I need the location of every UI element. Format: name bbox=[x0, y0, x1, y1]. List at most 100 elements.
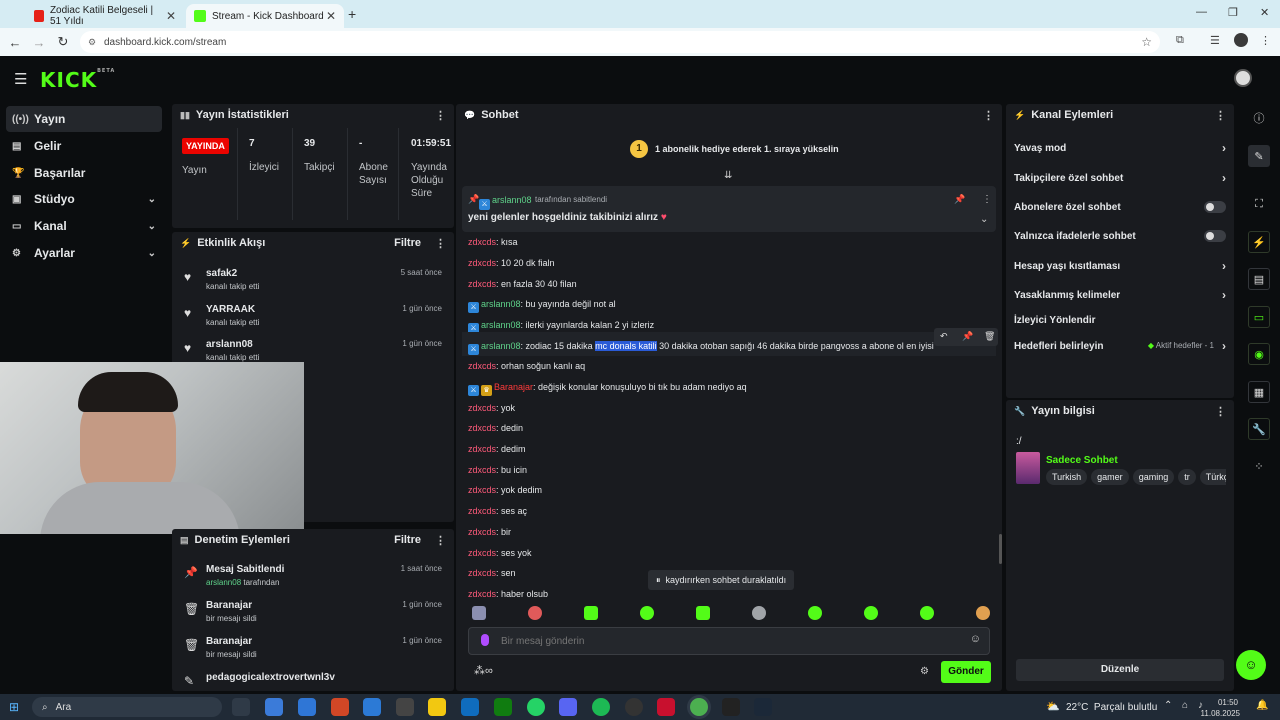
trash-icon[interactable]: 🗑 bbox=[984, 331, 995, 342]
category-thumbnail[interactable] bbox=[1016, 452, 1040, 484]
more-options-icon[interactable]: ⋮ bbox=[435, 534, 446, 547]
chat-username[interactable]: zdxcds bbox=[468, 589, 496, 597]
sidebar-item-ayarlar[interactable]: ⚙ Ayarlar ⌄ bbox=[6, 240, 162, 266]
app-icon[interactable] bbox=[657, 698, 675, 716]
edit-button[interactable]: Düzenle bbox=[1016, 659, 1224, 681]
chat-username[interactable]: zdxcds bbox=[468, 485, 496, 495]
steam-icon[interactable] bbox=[754, 698, 772, 716]
more-options-icon[interactable]: ⋮ bbox=[1215, 109, 1226, 122]
chat-username[interactable]: zdxcds bbox=[468, 506, 496, 516]
more-options-icon[interactable]: ⋮ bbox=[435, 109, 446, 122]
emote-icon[interactable] bbox=[584, 606, 598, 620]
chat-message-input[interactable] bbox=[501, 632, 961, 650]
chat-username[interactable]: zdxcds bbox=[468, 237, 496, 247]
tag[interactable]: tr bbox=[1178, 469, 1196, 485]
menu-icon[interactable]: ⋮ bbox=[1260, 34, 1271, 47]
emote-icon[interactable] bbox=[808, 606, 822, 620]
subs-only-toggle[interactable] bbox=[1204, 201, 1226, 213]
extensions-icon[interactable]: ⧉ bbox=[1176, 34, 1184, 47]
reload-icon[interactable]: ↻ bbox=[52, 31, 74, 53]
tag[interactable]: Türkç bbox=[1199, 469, 1226, 485]
site-info-icon[interactable]: ⚙ bbox=[88, 37, 96, 48]
chat-icon[interactable]: ▭ bbox=[1248, 306, 1270, 328]
microphone-icon[interactable] bbox=[481, 634, 489, 646]
reply-icon[interactable]: ↶ bbox=[940, 331, 948, 342]
broadcast-icon[interactable]: ◉ bbox=[1248, 343, 1270, 365]
pinned-by-user[interactable]: arslann08 bbox=[492, 195, 532, 205]
sidebar-item-kanal[interactable]: ▭ Kanal ⌄ bbox=[6, 213, 162, 239]
moderation-user[interactable]: arslann08 bbox=[206, 578, 241, 587]
emote-icon[interactable] bbox=[528, 606, 542, 620]
chat-username[interactable]: zdxcds bbox=[468, 568, 496, 578]
more-options-icon[interactable]: ⋮ bbox=[1215, 405, 1226, 418]
emoji-icon[interactable]: ☺ bbox=[970, 633, 981, 645]
app-icon[interactable] bbox=[396, 698, 414, 716]
emotes-only-toggle[interactable] bbox=[1204, 230, 1226, 242]
unpin-icon[interactable]: 📌 bbox=[954, 194, 965, 205]
epic-games-icon[interactable] bbox=[722, 698, 740, 716]
viewer-redirect-item[interactable]: İzleyici Yönlendir bbox=[1014, 315, 1226, 326]
copilot-icon[interactable] bbox=[265, 698, 283, 716]
whatsapp-icon[interactable] bbox=[527, 698, 545, 716]
chat-settings-gear-icon[interactable]: ⚙ bbox=[920, 666, 929, 677]
activity-user[interactable]: YARRAAK bbox=[206, 304, 255, 315]
help-chat-button[interactable]: ☺ bbox=[1236, 650, 1266, 680]
activity-user[interactable]: safak2 bbox=[206, 268, 237, 279]
chat-username[interactable]: Baranajar bbox=[494, 382, 533, 392]
weather-text[interactable]: 22°C Parçalı bulutlu bbox=[1066, 702, 1157, 713]
spotify-icon[interactable] bbox=[592, 698, 610, 716]
moderation-user[interactable]: pedagogicalextrovertwnl3v bbox=[206, 672, 335, 683]
more-options-icon[interactable]: ⋮ bbox=[982, 194, 992, 205]
account-age-item[interactable]: Hesap yaşı kısıtlaması › bbox=[1014, 259, 1226, 273]
wrench-icon[interactable]: 🔧 bbox=[1248, 418, 1270, 440]
profile-avatar[interactable] bbox=[1234, 33, 1248, 47]
chat-paused-notice[interactable]: ⏸ kaydırırken sohbet duraklatıldı bbox=[648, 570, 795, 590]
pencil-icon[interactable]: ✎ bbox=[1248, 145, 1270, 167]
back-icon[interactable]: ← bbox=[4, 31, 26, 53]
chat-username[interactable]: zdxcds bbox=[468, 279, 496, 289]
vscode-icon[interactable] bbox=[363, 698, 381, 716]
filter-button[interactable]: Filtre bbox=[394, 534, 421, 546]
close-icon[interactable]: ✕ bbox=[326, 9, 336, 23]
chat-username[interactable]: arslann08 bbox=[481, 299, 521, 309]
sidebar-item-yayin[interactable]: ((•)) Yayın bbox=[6, 106, 162, 132]
emote-icon[interactable] bbox=[640, 606, 654, 620]
tag[interactable]: Turkish bbox=[1046, 469, 1088, 485]
add-widget-icon[interactable]: ⁘ bbox=[1248, 455, 1270, 477]
tab-kick-dashboard[interactable]: Stream - Kick Dashboard ✕ bbox=[186, 4, 344, 28]
send-button[interactable]: Gönder bbox=[941, 661, 991, 683]
bookmark-star-icon[interactable]: ☆ bbox=[1141, 35, 1152, 49]
tab-youtube[interactable]: Zodiac Katili Belgeseli | 51 Yıldı ✕ bbox=[26, 4, 184, 28]
document-icon[interactable]: ▤ bbox=[1248, 268, 1270, 290]
chat-username[interactable]: zdxcds bbox=[468, 527, 496, 537]
tag[interactable]: gaming bbox=[1132, 469, 1175, 485]
emote-icon[interactable] bbox=[752, 606, 766, 620]
windows-start-icon[interactable]: ⊞ bbox=[9, 700, 19, 714]
lightning-icon[interactable]: ⚡ bbox=[1248, 231, 1270, 253]
moderation-user[interactable]: Baranajar bbox=[206, 600, 252, 611]
task-view-icon[interactable] bbox=[232, 698, 250, 716]
collapse-icon[interactable]: ⇊ bbox=[724, 170, 732, 181]
restore-icon[interactable]: ❐ bbox=[1228, 6, 1238, 19]
chat-username[interactable]: zdxcds bbox=[468, 258, 496, 268]
chat-scrollbar[interactable] bbox=[999, 534, 1002, 564]
layout-icon[interactable]: ▦ bbox=[1248, 381, 1270, 403]
reading-list-icon[interactable]: ☰ bbox=[1210, 34, 1220, 47]
chat-username[interactable]: arslann08 bbox=[481, 341, 521, 351]
file-explorer-icon[interactable] bbox=[428, 698, 446, 716]
sidebar-item-gelir[interactable]: ▤ Gelir bbox=[6, 133, 162, 159]
tray-chevron-icon[interactable]: ⌃ bbox=[1164, 700, 1172, 711]
sidebar-item-studyo[interactable]: ▣ Stüdyo ⌄ bbox=[6, 186, 162, 212]
activity-user[interactable]: arslann08 bbox=[206, 339, 253, 350]
pin-icon[interactable]: 📌 bbox=[962, 331, 973, 342]
chat-username[interactable]: zdxcds bbox=[468, 423, 496, 433]
gift-sub-goal-text[interactable]: 1 abonelik hediye ederek 1. sıraya yükse… bbox=[655, 144, 839, 154]
chat-username[interactable]: zdxcds bbox=[468, 361, 496, 371]
category-name[interactable]: Sadece Sohbet bbox=[1046, 455, 1118, 466]
emote-icon[interactable] bbox=[696, 606, 710, 620]
tag[interactable]: gamer bbox=[1091, 469, 1129, 485]
followers-only-item[interactable]: Takipçilere özel sohbet › bbox=[1014, 171, 1226, 185]
emote-icon[interactable] bbox=[920, 606, 934, 620]
goals-item[interactable]: Hedefleri belirleyin ◆ Aktif hedefler - 1… bbox=[1014, 339, 1226, 353]
emote-icon[interactable] bbox=[976, 606, 990, 620]
